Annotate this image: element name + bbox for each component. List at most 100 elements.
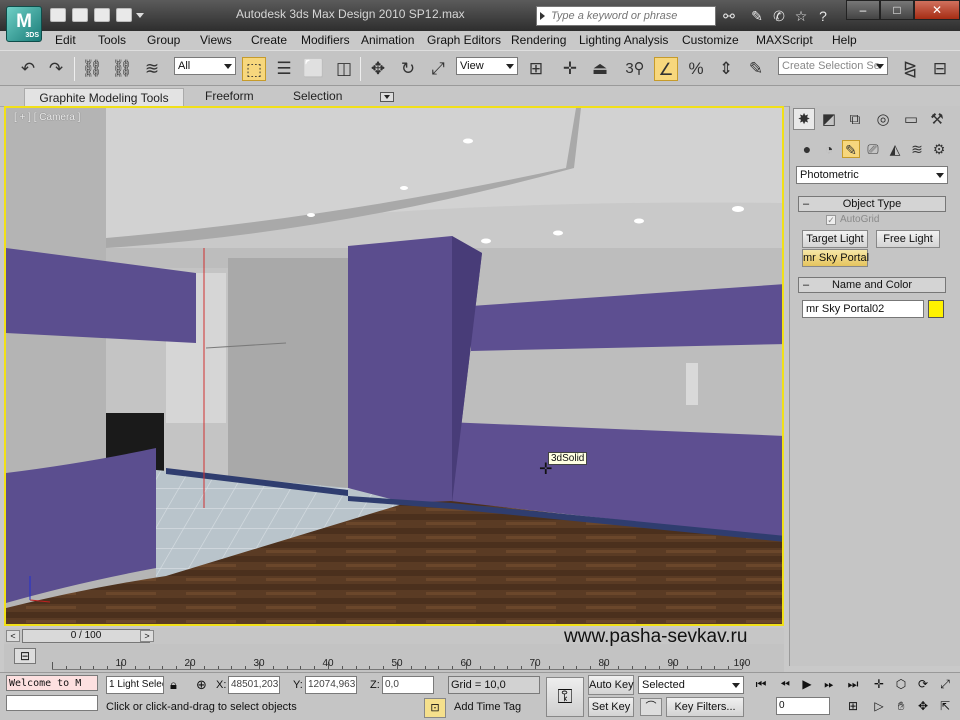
space-warps-icon[interactable]: ≋ — [908, 140, 926, 158]
unlink-selection-icon[interactable]: ⛓ — [110, 57, 134, 81]
snaps-toggle-icon[interactable]: 3⚲ — [620, 57, 650, 81]
menu-tools[interactable]: Tools — [98, 33, 126, 47]
search-input[interactable] — [551, 7, 711, 25]
zoom-all-icon[interactable]: ⬡ — [890, 675, 912, 693]
bind-to-space-warp-icon[interactable]: ≋ — [140, 57, 164, 81]
previous-frame-icon[interactable]: ⏪︎ — [774, 675, 796, 693]
quick-access-dropdown-icon[interactable] — [136, 13, 144, 18]
play-icon[interactable]: ▶ — [796, 675, 818, 693]
autogrid-checkbox[interactable]: ✓ AutoGrid — [826, 214, 879, 225]
time-slider-thumb[interactable]: 0 / 100 — [22, 629, 150, 643]
align-icon[interactable]: ⊟ — [928, 57, 952, 81]
go-to-end-icon[interactable]: ⏭ — [842, 675, 864, 693]
helpers-icon[interactable]: ◭ — [886, 140, 904, 158]
selection-filter-dropdown[interactable]: All — [174, 57, 236, 75]
rectangular-selection-icon[interactable]: ⬜ — [302, 57, 326, 81]
project-folder-icon[interactable] — [116, 8, 132, 22]
target-light-button[interactable]: Target Light — [802, 230, 868, 248]
select-by-name-icon[interactable]: ☰ — [272, 57, 296, 81]
camera-viewport[interactable]: [ + ] [ Camera ] 3dSolid ✛ — [4, 106, 784, 626]
x-coordinate-field[interactable]: 48501,203 — [228, 676, 280, 694]
menu-graph-editors[interactable]: Graph Editors — [427, 33, 501, 47]
subscription-icon[interactable]: ✎ — [748, 7, 766, 25]
keyboard-shortcut-override-icon[interactable]: ⏏ — [588, 57, 612, 81]
object-name-field[interactable]: mr Sky Portal02 — [802, 300, 924, 318]
next-frame-icon[interactable]: ⏩︎ — [818, 675, 840, 693]
pivot-center-icon[interactable]: ⊞ — [524, 57, 548, 81]
save-file-icon[interactable] — [94, 8, 110, 22]
menu-customize[interactable]: Customize — [682, 33, 739, 47]
key-mode-dropdown[interactable]: Selected — [638, 676, 744, 694]
angle-snap-icon[interactable]: ∠ — [654, 57, 678, 81]
set-key-mode-key-icon[interactable]: ⚿ — [546, 677, 584, 717]
menu-maxscript[interactable]: MAXScript — [756, 33, 813, 47]
menu-lighting-analysis[interactable]: Lighting Analysis — [579, 33, 668, 47]
viewport-label[interactable]: [ + ] [ Camera ] — [14, 112, 80, 123]
application-button[interactable]: M 3DS — [6, 6, 42, 42]
mr-sky-portal-button[interactable]: mr Sky Portal — [802, 249, 869, 267]
auto-key-button[interactable]: Auto Key — [588, 675, 634, 695]
go-to-start-icon[interactable]: ⏮ — [750, 675, 772, 693]
favorites-star-icon[interactable]: ☆ — [792, 7, 810, 25]
help-icon[interactable]: ? — [814, 7, 832, 25]
edit-named-selection-icon[interactable]: ✎ — [744, 57, 768, 81]
spinner-snap-icon[interactable]: ⇕ — [714, 57, 738, 81]
menu-create[interactable]: Create — [251, 33, 287, 47]
y-coordinate-field[interactable]: 12074,963 — [305, 676, 357, 694]
open-file-icon[interactable] — [72, 8, 88, 22]
z-coordinate-field[interactable]: 0,0 — [382, 676, 434, 694]
time-configuration-icon[interactable]: ⊞ — [842, 697, 864, 715]
pan-icon[interactable]: ✋︎ — [890, 697, 912, 715]
time-tag-icon[interactable]: ⊡ — [424, 698, 446, 718]
current-frame-field[interactable]: 0 — [776, 697, 830, 715]
add-time-tag-button[interactable]: Add Time Tag — [454, 701, 521, 713]
selection-lock-icon[interactable]: 🔒︎ — [170, 677, 177, 693]
maxscript-output-field[interactable] — [6, 695, 98, 711]
select-and-rotate-icon[interactable]: ↻ — [396, 57, 420, 81]
object-color-swatch[interactable] — [928, 300, 944, 318]
display-tab-icon[interactable]: ▭ — [900, 108, 922, 130]
select-and-manipulate-icon[interactable]: ✛ — [558, 57, 582, 81]
hierarchy-tab-icon[interactable]: ⧉ — [844, 108, 866, 130]
menu-views[interactable]: Views — [200, 33, 232, 47]
search-box[interactable] — [536, 6, 716, 26]
time-slider-next-icon[interactable]: > — [140, 630, 154, 642]
percent-snap-icon[interactable]: % — [684, 57, 708, 81]
binoculars-icon[interactable]: ⚯ — [720, 7, 738, 25]
select-and-move-icon[interactable]: ✥ — [366, 57, 390, 81]
walk-through-icon[interactable]: ⇱ — [934, 697, 956, 715]
ribbon-tab-graphite-modeling-tools[interactable]: Graphite Modeling Tools — [24, 88, 184, 107]
modify-tab-icon[interactable]: ◩ — [818, 108, 840, 130]
default-in-out-tangents-icon[interactable]: ⌒ — [640, 698, 662, 716]
absolute-mode-icon[interactable]: ⊕ — [196, 677, 207, 693]
select-object-icon[interactable]: ⬚ — [242, 57, 266, 81]
ribbon-tab-selection[interactable]: Selection — [293, 89, 342, 103]
mini-curve-editor-icon[interactable]: ⊟ — [14, 648, 36, 664]
geometry-icon[interactable]: ● — [798, 140, 816, 158]
maximize-viewport-icon[interactable]: ⤢ — [934, 675, 956, 693]
new-file-icon[interactable] — [50, 8, 66, 22]
time-slider-prev-icon[interactable]: < — [6, 630, 20, 642]
ribbon-options-button[interactable] — [380, 92, 394, 102]
ribbon-tab-freeform[interactable]: Freeform — [205, 89, 254, 103]
window-crossing-icon[interactable]: ◫ — [332, 57, 356, 81]
create-tab-icon[interactable]: ✸ — [793, 108, 815, 130]
select-and-scale-icon[interactable]: ⤢ — [426, 57, 450, 81]
field-of-view-icon[interactable]: ▷ — [868, 697, 890, 715]
object-type-rollout-header[interactable]: – Object Type — [798, 196, 946, 212]
shapes-icon[interactable]: ◔ — [820, 140, 838, 158]
undo-icon[interactable]: ↶ — [16, 57, 40, 81]
select-and-link-icon[interactable]: ⛓ — [80, 57, 104, 81]
menu-edit[interactable]: Edit — [55, 33, 76, 47]
cameras-icon[interactable]: ⎚ — [864, 140, 882, 158]
menu-animation[interactable]: Animation — [361, 33, 414, 47]
light-category-dropdown[interactable]: Photometric — [796, 166, 948, 184]
reference-coordinate-dropdown[interactable]: View — [456, 57, 518, 75]
dolly-icon[interactable]: ✥ — [912, 697, 934, 715]
free-light-button[interactable]: Free Light — [876, 230, 940, 248]
communication-icon[interactable]: ✆ — [770, 7, 788, 25]
systems-icon[interactable]: ⚙ — [930, 140, 948, 158]
named-selection-sets-dropdown[interactable]: Create Selection Se — [778, 57, 888, 75]
key-filters-button[interactable]: Key Filters... — [666, 697, 744, 717]
set-key-button[interactable]: Set Key — [588, 697, 634, 717]
